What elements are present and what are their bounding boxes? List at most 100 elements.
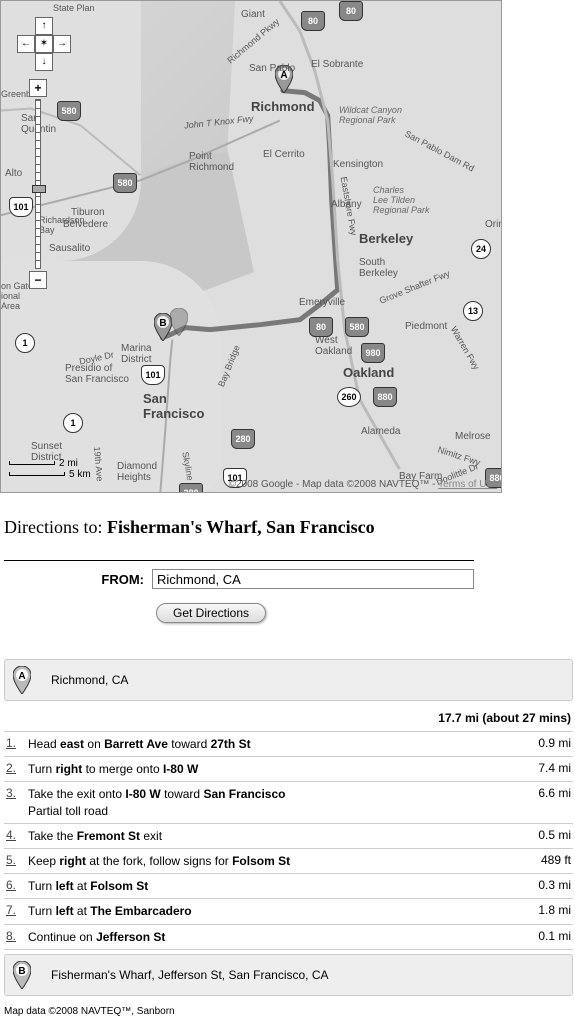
- label-strawberry: State Plan: [53, 3, 95, 13]
- pan-control: ↑ ↓ ← → ✶: [17, 17, 71, 71]
- marker-a-icon: A: [13, 666, 31, 694]
- step-text: Turn left at Folsom St: [28, 878, 511, 894]
- destination-row: B Fisherman's Wharf, Jefferson St, San F…: [4, 954, 573, 996]
- pan-right-button[interactable]: →: [53, 35, 71, 53]
- zoom-track[interactable]: [35, 99, 41, 269]
- shield-i980: 980: [361, 343, 385, 363]
- marker-b-shadow: [170, 308, 188, 336]
- step-distance: 0.9 mi: [511, 736, 571, 750]
- step-row[interactable]: 4.Take the Fremont St exit0.5 mi: [4, 824, 573, 849]
- label-sausalito: Sausalito: [49, 243, 90, 254]
- step-row[interactable]: 3.Take the exit onto I-80 W toward San F…: [4, 782, 573, 823]
- label-berkeley: Berkeley: [359, 231, 413, 246]
- label-giant: Giant: [241, 9, 265, 20]
- step-row[interactable]: 5.Keep right at the fork, follow signs f…: [4, 849, 573, 874]
- step-row[interactable]: 2.Turn right to merge onto I-80 W7.4 mi: [4, 757, 573, 782]
- label-emeryville: Emeryville: [299, 297, 345, 308]
- shield-i80-c: 80: [309, 317, 333, 337]
- map[interactable]: A B Giant San Pablo El Sobrante Richmond…: [0, 0, 502, 493]
- terms-link[interactable]: Terms of Use: [438, 479, 497, 490]
- step-number: 1.: [6, 736, 28, 750]
- shield-ca260: 260: [337, 387, 361, 407]
- step-number: 7.: [6, 903, 28, 917]
- step-number: 3.: [6, 786, 28, 800]
- step-distance: 489 ft: [511, 853, 571, 867]
- label-sf: San Francisco: [143, 391, 204, 421]
- step-text: Continue on Jefferson St: [28, 929, 511, 945]
- zoom-control: + −: [29, 79, 47, 289]
- step-distance: 7.4 mi: [511, 761, 571, 775]
- zoom-handle[interactable]: [32, 185, 46, 193]
- label-presidio: Presidio of San Francisco: [65, 363, 129, 385]
- step-distance: 0.5 mi: [511, 828, 571, 842]
- label-melrose: Melrose: [455, 431, 491, 442]
- label-point-richmond: Point Richmond: [189, 151, 234, 173]
- shield-i280-a: 280: [179, 483, 203, 493]
- shield-i580-a: 580: [57, 101, 81, 121]
- step-number: 6.: [6, 878, 28, 892]
- directions-steps: A Richmond, CA 17.7 mi (about 27 mins) 1…: [4, 659, 573, 996]
- step-text: Head east on Barrett Ave toward 27th St: [28, 736, 511, 752]
- step-row[interactable]: 1.Head east on Barrett Ave toward 27th S…: [4, 732, 573, 757]
- shield-i580-c: 580: [345, 317, 369, 337]
- summary-row: 17.7 mi (about 27 mins): [4, 705, 573, 732]
- get-directions-button[interactable]: Get Directions: [156, 603, 266, 623]
- step-text: Turn left at The Embarcadero: [28, 903, 511, 919]
- map-scale: 2 mi 5 km: [9, 458, 91, 480]
- label-el-cerrito: El Cerrito: [263, 149, 305, 160]
- shield-ca1-a: 1: [15, 333, 35, 353]
- label-marina: Marina District: [121, 343, 152, 365]
- label-diamond: Diamond Heights: [117, 461, 157, 483]
- step-number: 5.: [6, 853, 28, 867]
- from-label: FROM:: [4, 572, 152, 587]
- step-text: Keep right at the fork, follow signs for…: [28, 853, 511, 869]
- page-title: Directions to: Fisherman's Wharf, San Fr…: [4, 517, 571, 538]
- shield-i880-a: 880: [373, 387, 397, 407]
- step-number: 2.: [6, 761, 28, 775]
- label-richmond: Richmond: [251, 99, 315, 114]
- step-distance: 6.6 mi: [511, 786, 571, 800]
- label-tilden: Charles Lee Tilden Regional Park: [373, 185, 430, 215]
- title-destination: Fisherman's Wharf, San Francisco: [107, 517, 375, 537]
- shield-i580-b: 580: [113, 173, 137, 193]
- shield-us101-b: 101: [141, 365, 165, 385]
- shield-ca13: 13: [463, 301, 483, 321]
- from-row: FROM:: [4, 560, 474, 589]
- pan-up-button[interactable]: ↑: [35, 17, 53, 35]
- pan-recenter-button[interactable]: ✶: [35, 35, 53, 53]
- svg-text:A: A: [18, 671, 25, 682]
- footer-attribution: Map data ©2008 NAVTEQ™, Sanborn: [4, 1006, 571, 1017]
- svg-text:B: B: [159, 318, 166, 329]
- zoom-out-button[interactable]: −: [29, 271, 47, 289]
- step-text: Take the exit onto I-80 W toward San Fra…: [28, 786, 511, 818]
- scale-km: 5 km: [69, 469, 91, 480]
- label-san-pablo: San Pablo: [249, 63, 295, 74]
- scale-mi: 2 mi: [59, 458, 78, 469]
- label-west-oakland: West Oakland: [315, 335, 352, 357]
- shield-i80-a: 80: [301, 11, 325, 31]
- step-number: 4.: [6, 828, 28, 842]
- shield-i280-b: 280: [231, 429, 255, 449]
- shield-i80-b: 80: [339, 1, 363, 21]
- label-alameda: Alameda: [361, 426, 400, 437]
- label-south-berkeley: South Berkeley: [359, 257, 398, 279]
- from-input[interactable]: [152, 569, 474, 589]
- step-number: 8.: [6, 929, 28, 943]
- step-distance: 0.3 mi: [511, 878, 571, 892]
- label-piedmont: Piedmont: [405, 321, 447, 332]
- pan-down-button[interactable]: ↓: [35, 53, 53, 71]
- label-oakland: Oakland: [343, 365, 394, 380]
- origin-row: A Richmond, CA: [4, 659, 573, 701]
- pan-left-button[interactable]: ←: [17, 35, 35, 53]
- label-el-sobrante: El Sobrante: [311, 59, 363, 70]
- destination-text: Fisherman's Wharf, Jefferson St, San Fra…: [51, 968, 329, 982]
- step-distance: 0.1 mi: [511, 929, 571, 943]
- step-row[interactable]: 6.Turn left at Folsom St0.3 mi: [4, 874, 573, 899]
- step-row[interactable]: 8.Continue on Jefferson St0.1 mi: [4, 925, 573, 950]
- marker-b-icon: B: [13, 961, 31, 989]
- step-text: Turn right to merge onto I-80 W: [28, 761, 511, 777]
- step-text: Take the Fremont St exit: [28, 828, 511, 844]
- step-row[interactable]: 7.Turn left at The Embarcadero1.8 mi: [4, 899, 573, 924]
- zoom-in-button[interactable]: +: [29, 79, 47, 97]
- label-alto: Alto: [5, 168, 22, 179]
